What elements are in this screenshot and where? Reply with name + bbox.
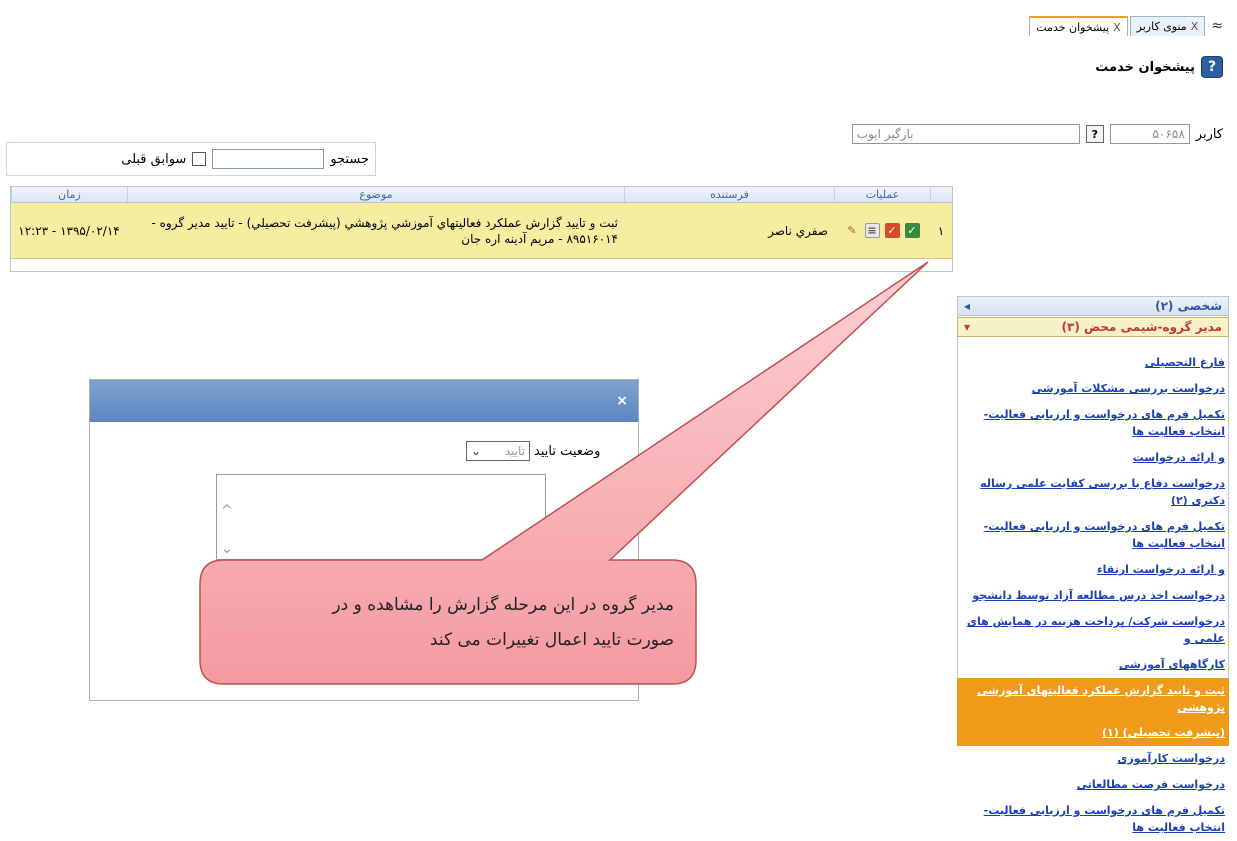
menu-item[interactable]: درخواست کارآموزی xyxy=(957,746,1229,772)
menu-item-active[interactable]: (پیشرفت تحصیلی) (۱) xyxy=(957,720,1229,746)
menu-item[interactable]: تکمیل فرم های درخواست و ارزیابی فعالیت- … xyxy=(957,798,1229,841)
menu-item[interactable]: درخواست فرصت مطالعاتی xyxy=(957,772,1229,798)
callout-line2: صورت تایید اعمال تغییرات می کند xyxy=(429,630,674,650)
callout-line1: مدیر گروه در این مرحله گزارش را مشاهده و… xyxy=(332,595,674,615)
callout-text: مدیر گروه در این مرحله گزارش را مشاهده و… xyxy=(210,580,690,676)
